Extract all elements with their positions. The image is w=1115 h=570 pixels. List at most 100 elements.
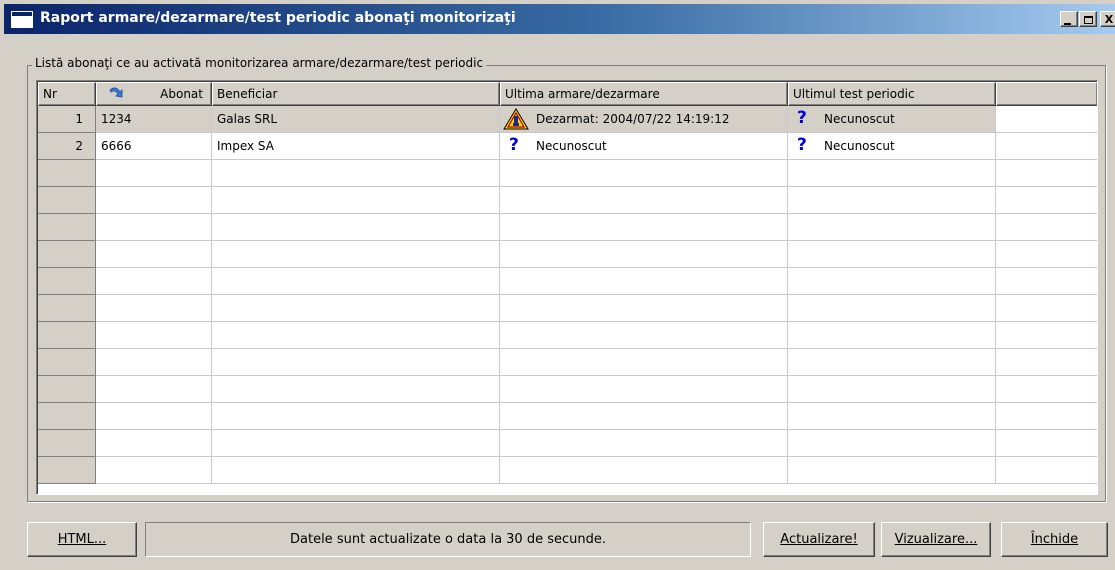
empty-cell <box>96 214 212 241</box>
empty-cell <box>38 187 96 214</box>
cell-blank <box>996 106 1097 133</box>
empty-cell <box>996 268 1097 295</box>
report-window: Raport armare/dezarmare/test periodic ab… <box>0 0 1115 570</box>
empty-cell <box>38 322 96 349</box>
empty-cell <box>500 295 788 322</box>
table-row[interactable]: 1 1234 Galas SRL Dezarmat: 2004/07/22 14… <box>38 106 1097 133</box>
empty-cell <box>996 457 1097 484</box>
close-dialog-label: Închide <box>1030 532 1079 547</box>
cell-abonat: 6666 <box>96 133 212 160</box>
empty-cell <box>500 349 788 376</box>
table-row[interactable]: 2 6666 Impex SA ? Necunoscut ? Necunoscu… <box>38 133 1097 160</box>
empty-cell <box>96 295 212 322</box>
empty-cell <box>788 295 996 322</box>
empty-cell <box>788 403 996 430</box>
empty-cell <box>38 376 96 403</box>
window-title: Raport armare/dezarmare/test periodic ab… <box>40 10 516 26</box>
empty-cell <box>996 430 1097 457</box>
cell-ultima-armare-text: Necunoscut <box>536 139 607 153</box>
empty-cell <box>38 403 96 430</box>
empty-cell <box>38 430 96 457</box>
view-button[interactable]: Vizualizare... <box>881 522 991 557</box>
cell-blank <box>996 133 1097 160</box>
empty-row <box>38 457 1097 484</box>
empty-cell <box>996 376 1097 403</box>
groupbox-legend: Listă abonaţi ce au activată monitorizar… <box>32 56 487 70</box>
minimize-button[interactable] <box>1060 11 1078 27</box>
empty-row <box>38 295 1097 322</box>
empty-cell <box>96 376 212 403</box>
empty-cell <box>212 160 500 187</box>
cell-beneficiar: Galas SRL <box>212 106 500 133</box>
empty-cell <box>500 214 788 241</box>
empty-cell <box>996 160 1097 187</box>
empty-row <box>38 349 1097 376</box>
empty-cell <box>212 349 500 376</box>
empty-cell <box>212 241 500 268</box>
html-export-button[interactable]: HTML... <box>27 522 137 557</box>
close-dialog-button[interactable]: Închide <box>1001 522 1108 557</box>
html-export-label: HTML... <box>57 532 107 547</box>
cell-ultimul-test-text: Necunoscut <box>824 139 895 153</box>
empty-cell <box>500 376 788 403</box>
refresh-button[interactable]: Actualizare! <box>763 522 875 557</box>
empty-cell <box>38 241 96 268</box>
cell-ultima-armare: ? Necunoscut <box>500 133 788 160</box>
title-bar[interactable]: Raport armare/dezarmare/test periodic ab… <box>4 4 1115 34</box>
column-header-beneficiar[interactable]: Beneficiar <box>212 82 500 106</box>
minimize-icon <box>1064 22 1071 25</box>
empty-cell <box>38 160 96 187</box>
empty-cell <box>788 376 996 403</box>
cell-ultimul-test: ? Necunoscut <box>788 106 996 133</box>
empty-cell <box>38 349 96 376</box>
close-button[interactable]: X <box>1100 11 1115 27</box>
status-panel: Datele sunt actualizate o data la 30 de … <box>145 522 751 557</box>
empty-cell <box>212 214 500 241</box>
empty-cell <box>788 187 996 214</box>
empty-cell <box>212 430 500 457</box>
empty-cell <box>96 187 212 214</box>
empty-cell <box>788 457 996 484</box>
empty-cell <box>96 160 212 187</box>
empty-cell <box>788 214 996 241</box>
empty-row <box>38 268 1097 295</box>
subscriber-grid[interactable]: Nr Abonat Beneficiar Ultima armare/dezar… <box>36 80 1098 495</box>
empty-row <box>38 160 1097 187</box>
empty-cell <box>500 430 788 457</box>
cell-ultimul-test-text: Necunoscut <box>824 112 895 126</box>
empty-row <box>38 403 1097 430</box>
empty-cell <box>500 241 788 268</box>
column-header-blank <box>996 82 1097 106</box>
empty-row <box>38 322 1097 349</box>
empty-cell <box>788 349 996 376</box>
column-header-ultimul-test[interactable]: Ultimul test periodic <box>788 82 996 106</box>
column-header-ultima-armare[interactable]: Ultima armare/dezarmare <box>500 82 788 106</box>
empty-cell <box>96 403 212 430</box>
empty-cell <box>500 187 788 214</box>
empty-cell <box>500 268 788 295</box>
grid-header: Nr Abonat Beneficiar Ultima armare/dezar… <box>38 82 1097 106</box>
column-header-abonat[interactable]: Abonat <box>96 82 212 106</box>
cell-ultima-armare: Dezarmat: 2004/07/22 14:19:12 <box>500 106 788 133</box>
empty-cell <box>996 349 1097 376</box>
empty-cell <box>96 322 212 349</box>
empty-row <box>38 430 1097 457</box>
question-icon: ? <box>797 108 807 128</box>
empty-cell <box>38 457 96 484</box>
maximize-icon <box>1083 16 1093 24</box>
maximize-button[interactable] <box>1079 11 1097 27</box>
empty-cell <box>96 457 212 484</box>
view-label: Vizualizare... <box>894 532 978 547</box>
empty-cell <box>212 457 500 484</box>
close-icon: X <box>1104 12 1114 26</box>
question-icon: ? <box>509 135 519 155</box>
empty-cell <box>38 295 96 322</box>
column-header-nr[interactable]: Nr <box>38 82 96 106</box>
sort-arrow-icon <box>109 87 123 98</box>
empty-row <box>38 241 1097 268</box>
refresh-label: Actualizare! <box>780 532 858 547</box>
empty-cell <box>96 430 212 457</box>
empty-cell <box>788 160 996 187</box>
empty-cell <box>788 241 996 268</box>
empty-cell <box>996 241 1097 268</box>
